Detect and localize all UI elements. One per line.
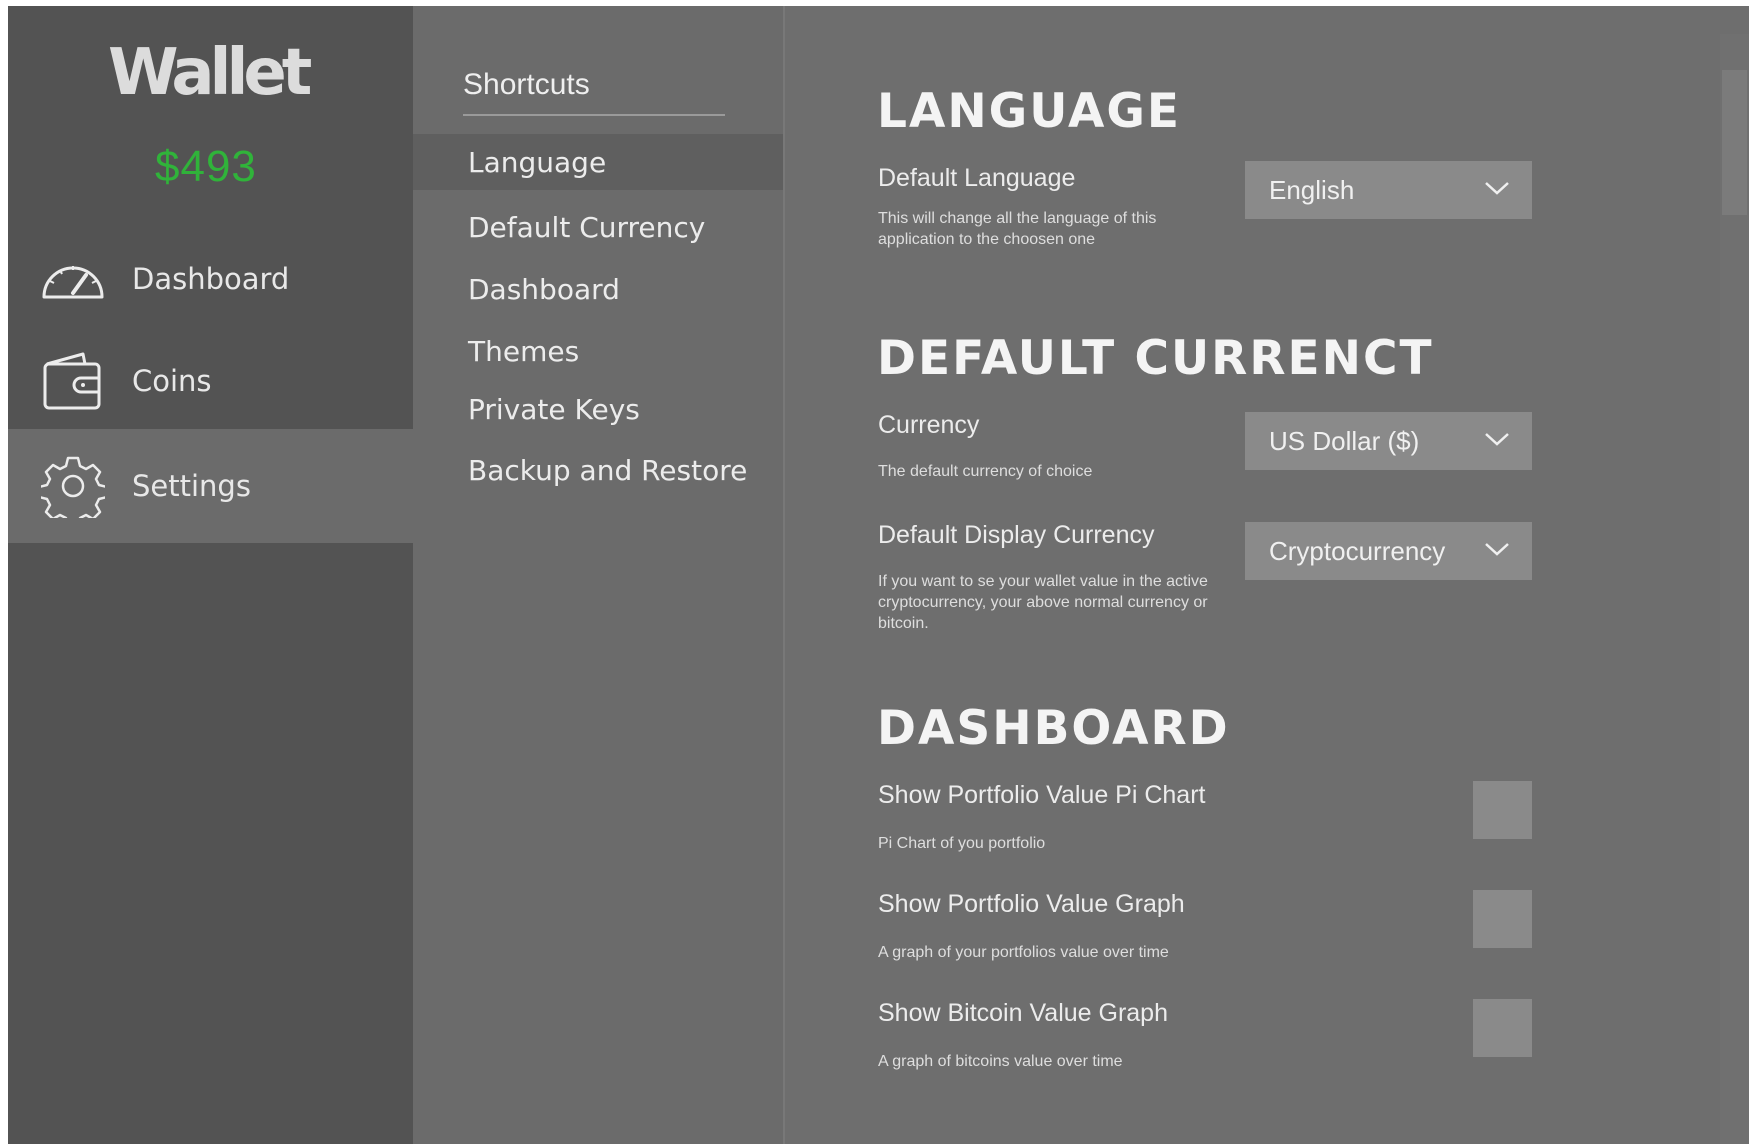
nav-label-dashboard: Dashboard bbox=[132, 262, 290, 296]
chevron-down-icon bbox=[1484, 541, 1510, 562]
scrollbar-thumb[interactable] bbox=[1722, 70, 1747, 215]
shortcut-default-currency[interactable]: Default Currency bbox=[413, 199, 783, 255]
shortcut-themes[interactable]: Themes bbox=[413, 323, 783, 379]
currency-label: Currency bbox=[878, 411, 980, 439]
default-language-select[interactable]: English bbox=[1245, 161, 1532, 219]
shortcuts-title: Shortcuts bbox=[463, 68, 590, 101]
wallet-app: Wallet $493 Dashboard Coins Settings Sho… bbox=[8, 6, 1749, 1144]
shortcut-language[interactable]: Language bbox=[413, 134, 783, 190]
speedometer-icon bbox=[40, 246, 106, 312]
chevron-down-icon bbox=[1484, 431, 1510, 452]
nav-item-dashboard[interactable]: Dashboard bbox=[8, 222, 413, 336]
nav-label-coins: Coins bbox=[132, 364, 212, 398]
display-currency-value: Cryptocurrency bbox=[1269, 535, 1446, 566]
currency-select[interactable]: US Dollar ($) bbox=[1245, 412, 1532, 470]
display-currency-description: If you want to se your wallet value in t… bbox=[878, 573, 1208, 632]
nav-item-settings[interactable]: Settings bbox=[8, 429, 413, 543]
currency-description: The default currency of choice bbox=[878, 463, 1093, 480]
shortcut-private-keys[interactable]: Private Keys bbox=[413, 381, 783, 437]
pi-chart-description: Pi Chart of you portfolio bbox=[878, 835, 1046, 852]
default-language-label: Default Language bbox=[878, 164, 1076, 192]
chevron-down-icon bbox=[1484, 180, 1510, 201]
pi-chart-label: Show Portfolio Value Pi Chart bbox=[878, 781, 1206, 809]
shortcuts-panel: Shortcuts Language Default Currency Dash… bbox=[413, 6, 785, 1144]
display-currency-label: Default Display Currency bbox=[878, 521, 1155, 549]
bitcoin-graph-checkbox[interactable] bbox=[1473, 999, 1532, 1057]
balance-display: $493 bbox=[155, 142, 257, 191]
bitcoin-graph-description: A graph of bitcoins value over time bbox=[878, 1053, 1123, 1070]
default-language-description: This will change all the language of thi… bbox=[878, 210, 1157, 248]
display-currency-select[interactable]: Cryptocurrency bbox=[1245, 522, 1532, 580]
app-logo: Wallet bbox=[108, 36, 312, 110]
section-title-currency: DEFAULT CURRENCT bbox=[877, 331, 1434, 386]
value-graph-checkbox[interactable] bbox=[1473, 890, 1532, 948]
pi-chart-checkbox[interactable] bbox=[1473, 781, 1532, 839]
value-graph-description: A graph of your portfolios value over ti… bbox=[878, 944, 1169, 961]
sidebar: Wallet $493 Dashboard Coins Settings bbox=[8, 6, 413, 1144]
shortcuts-divider bbox=[463, 114, 725, 116]
gear-icon bbox=[40, 453, 106, 519]
shortcut-dashboard[interactable]: Dashboard bbox=[413, 261, 783, 317]
shortcut-backup-restore[interactable]: Backup and Restore bbox=[413, 442, 783, 498]
bitcoin-graph-label: Show Bitcoin Value Graph bbox=[878, 999, 1168, 1027]
currency-value: US Dollar ($) bbox=[1269, 425, 1420, 456]
nav-item-coins[interactable]: Coins bbox=[8, 324, 413, 438]
value-graph-label: Show Portfolio Value Graph bbox=[878, 890, 1185, 918]
default-language-value: English bbox=[1269, 174, 1355, 205]
wallet-icon bbox=[40, 348, 106, 414]
nav-label-settings: Settings bbox=[132, 469, 251, 503]
settings-content: LANGUAGE Default Language This will chan… bbox=[787, 6, 1727, 1144]
section-title-dashboard: DASHBOARD bbox=[877, 701, 1230, 756]
section-title-language: LANGUAGE bbox=[877, 84, 1182, 139]
